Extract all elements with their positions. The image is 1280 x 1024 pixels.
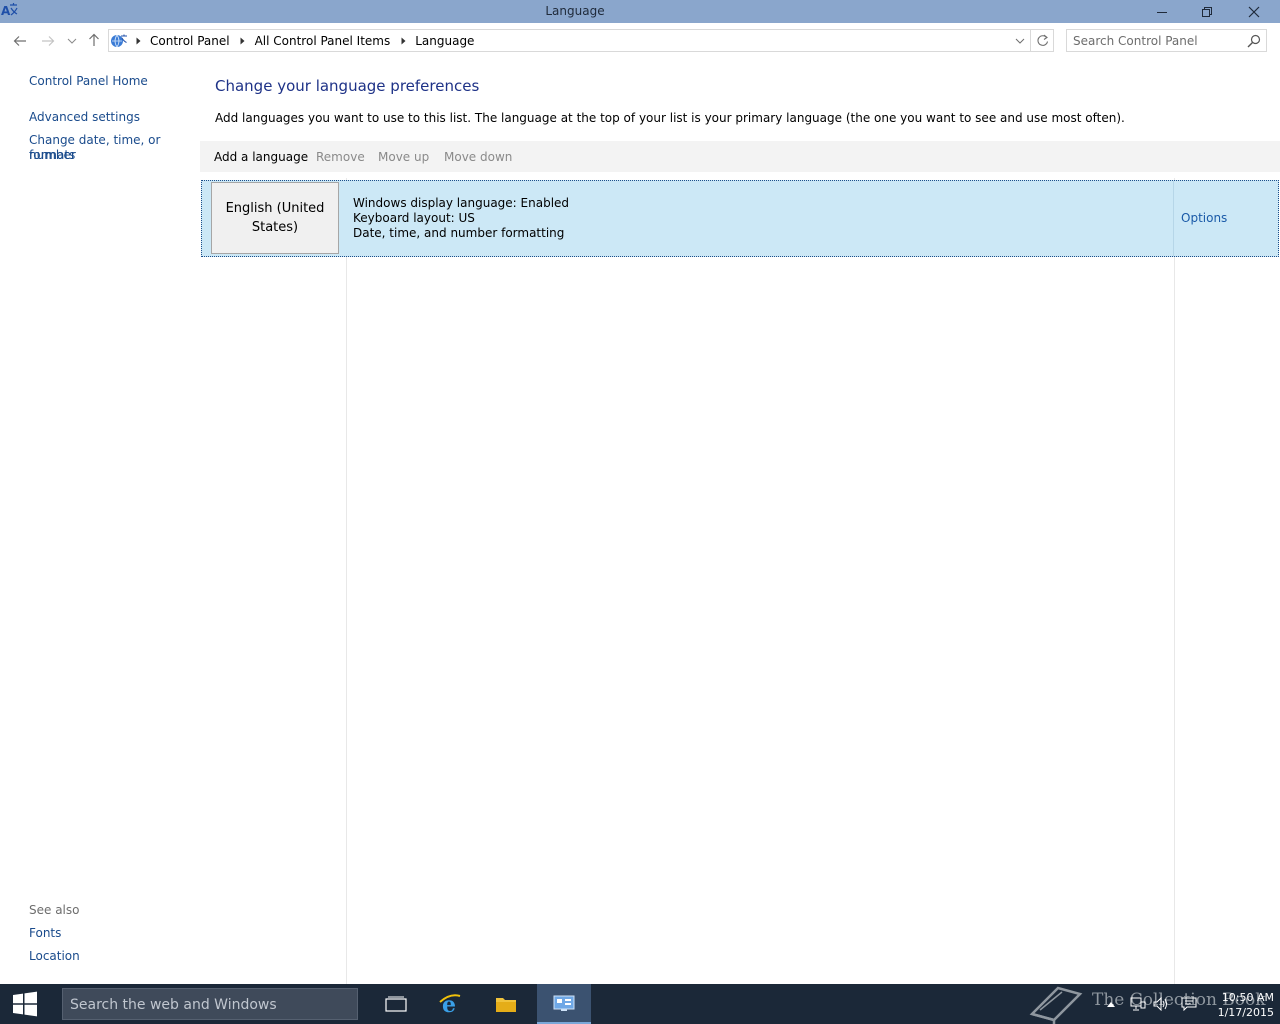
- folder-icon: [496, 998, 516, 1012]
- page-description: Add languages you want to use to this li…: [215, 111, 1125, 125]
- page-title: Change your language preferences: [215, 77, 480, 95]
- display-language-status: Windows display language: Enabled: [353, 196, 570, 210]
- chevron-down-icon: [1015, 38, 1025, 44]
- keyboard-layout: Keyboard layout: US: [353, 211, 475, 225]
- breadcrumb-language[interactable]: Language: [415, 34, 474, 48]
- recent-locations-button[interactable]: [62, 31, 82, 51]
- language-details: Windows display language: Enabled Keyboa…: [353, 196, 569, 241]
- chevron-down-icon: [67, 38, 77, 44]
- network-button[interactable]: [1130, 996, 1146, 1012]
- language-toolbar: Add a language Remove Move up Move down: [200, 141, 1280, 172]
- arrow-left-icon: [13, 36, 26, 46]
- advanced-settings-link[interactable]: Advanced settings: [29, 110, 140, 125]
- language-list: [200, 178, 1280, 984]
- search-icon[interactable]: [1247, 34, 1261, 48]
- location-link[interactable]: Location: [29, 949, 80, 964]
- restore-button[interactable]: [1184, 0, 1230, 23]
- breadcrumb-separator-icon[interactable]: [239, 37, 247, 45]
- move-up-button[interactable]: Move up: [378, 150, 429, 164]
- internet-explorer-button[interactable]: e: [423, 984, 477, 1024]
- breadcrumb-all-items[interactable]: All Control Panel Items: [255, 34, 391, 48]
- notification-icon: [1181, 997, 1197, 1011]
- start-button[interactable]: [0, 984, 50, 1024]
- system-clock[interactable]: 10:50 AM 1/17/2015: [1200, 990, 1274, 1020]
- left-navigation-pane: Control Panel Home Advanced settings Cha…: [0, 59, 200, 984]
- minimize-icon: [1157, 11, 1167, 13]
- taskbar-search-input[interactable]: [70, 995, 350, 1015]
- speaker-icon: [1153, 997, 1167, 1011]
- task-view-icon: [385, 996, 407, 1012]
- network-icon: [1130, 997, 1146, 1011]
- window-title: Language: [545, 4, 605, 18]
- address-dropdown-button[interactable]: [1011, 29, 1029, 52]
- clock-date: 1/17/2015: [1217, 1006, 1274, 1019]
- control-panel-icon: [553, 995, 575, 1011]
- remove-button[interactable]: Remove: [316, 150, 365, 164]
- taskbar: e The Collection Book 10:50 AM 1/17/2015: [0, 984, 1280, 1024]
- breadcrumb-control-panel[interactable]: Control Panel: [150, 34, 230, 48]
- search-input[interactable]: [1073, 32, 1243, 50]
- arrow-up-icon: [89, 33, 99, 46]
- close-icon: [1248, 6, 1260, 17]
- action-center-button[interactable]: [1181, 996, 1197, 1012]
- volume-button[interactable]: [1153, 996, 1169, 1012]
- column-divider: [1174, 178, 1175, 984]
- book-watermark-icon: [1029, 986, 1083, 1024]
- task-view-button[interactable]: [369, 984, 423, 1024]
- breadcrumb: Control Panel All Control Panel Items La…: [110, 32, 483, 50]
- search-box[interactable]: [1066, 29, 1267, 52]
- close-button[interactable]: [1231, 0, 1277, 23]
- title-bar: A Language: [0, 0, 1280, 23]
- forward-button[interactable]: [38, 31, 58, 51]
- restore-icon: [1202, 6, 1212, 17]
- minimize-button[interactable]: [1139, 0, 1185, 23]
- show-hidden-icons-button[interactable]: [1103, 996, 1119, 1012]
- see-also-label: See also: [29, 903, 80, 917]
- language-tile[interactable]: English (United States): [211, 182, 339, 254]
- move-down-button[interactable]: Move down: [444, 150, 512, 164]
- change-date-time-link-continued[interactable]: formats: [29, 148, 75, 163]
- chevron-up-icon: [1107, 1002, 1115, 1007]
- control-panel-icon: [111, 34, 127, 48]
- fonts-link[interactable]: Fonts: [29, 926, 61, 941]
- refresh-icon: [1037, 34, 1049, 46]
- row-divider: [1173, 181, 1174, 256]
- language-name-line2: States): [251, 220, 299, 235]
- file-explorer-button[interactable]: [479, 984, 533, 1024]
- add-language-button[interactable]: Add a language: [214, 150, 308, 164]
- control-panel-home-link[interactable]: Control Panel Home: [29, 74, 148, 89]
- options-link[interactable]: Options: [1181, 211, 1227, 225]
- breadcrumb-separator-icon[interactable]: [134, 37, 142, 45]
- column-divider: [346, 178, 347, 984]
- control-panel-taskbar-button[interactable]: [537, 984, 591, 1024]
- language-name-line1: English (United: [225, 201, 325, 216]
- breadcrumb-separator-icon[interactable]: [399, 37, 407, 45]
- internet-explorer-icon: e: [439, 992, 461, 1016]
- taskbar-search-box[interactable]: [62, 988, 358, 1020]
- up-button[interactable]: [84, 30, 104, 50]
- clock-time: 10:50 AM: [1221, 991, 1274, 1004]
- arrow-right-icon: [42, 36, 55, 46]
- formatting-info: Date, time, and number formatting: [353, 226, 565, 240]
- back-button[interactable]: [10, 31, 30, 51]
- refresh-button[interactable]: [1030, 29, 1054, 52]
- windows-logo-icon: [13, 991, 37, 1017]
